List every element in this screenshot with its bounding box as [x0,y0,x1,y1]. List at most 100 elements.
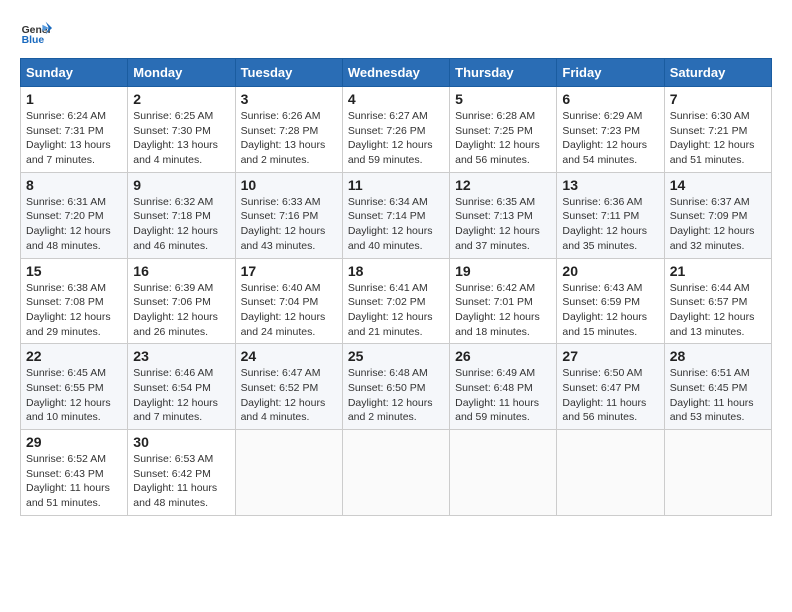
day-number: 21 [670,263,766,279]
day-number: 10 [241,177,337,193]
day-number: 12 [455,177,551,193]
day-info: Sunrise: 6:26 AMSunset: 7:28 PMDaylight:… [241,109,337,168]
day-number: 7 [670,91,766,107]
day-number: 2 [133,91,229,107]
day-cell [235,430,342,516]
day-info: Sunrise: 6:42 AMSunset: 7:01 PMDaylight:… [455,281,551,340]
day-cell: 15 Sunrise: 6:38 AMSunset: 7:08 PMDayligh… [21,258,128,344]
day-info: Sunrise: 6:41 AMSunset: 7:02 PMDaylight:… [348,281,444,340]
day-number: 16 [133,263,229,279]
day-info: Sunrise: 6:27 AMSunset: 7:26 PMDaylight:… [348,109,444,168]
day-cell: 12 Sunrise: 6:35 AMSunset: 7:13 PMDayligh… [450,172,557,258]
logo: General Blue [20,20,56,48]
day-info: Sunrise: 6:33 AMSunset: 7:16 PMDaylight:… [241,195,337,254]
day-number: 26 [455,348,551,364]
day-number: 29 [26,434,122,450]
day-info: Sunrise: 6:32 AMSunset: 7:18 PMDaylight:… [133,195,229,254]
day-cell: 18 Sunrise: 6:41 AMSunset: 7:02 PMDayligh… [342,258,449,344]
day-cell: 27 Sunrise: 6:50 AMSunset: 6:47 PMDayligh… [557,344,664,430]
day-cell: 11Sunrise: 6:34 AMSunset: 7:14 PMDayligh… [342,172,449,258]
day-cell: 19Sunrise: 6:42 AMSunset: 7:01 PMDayligh… [450,258,557,344]
day-cell: 4 Sunrise: 6:27 AMSunset: 7:26 PMDaylight… [342,87,449,173]
day-cell: 30 Sunrise: 6:53 AMSunset: 6:42 PMDayligh… [128,430,235,516]
day-info: Sunrise: 6:48 AMSunset: 6:50 PMDaylight:… [348,366,444,425]
logo-icon: General Blue [20,20,52,48]
day-number: 22 [26,348,122,364]
day-number: 5 [455,91,551,107]
calendar-table: SundayMondayTuesdayWednesdayThursdayFrid… [20,58,772,516]
day-cell [342,430,449,516]
day-info: Sunrise: 6:37 AMSunset: 7:09 PMDaylight:… [670,195,766,254]
day-cell: 22 Sunrise: 6:45 AMSunset: 6:55 PMDayligh… [21,344,128,430]
day-cell: 16 Sunrise: 6:39 AMSunset: 7:06 PMDayligh… [128,258,235,344]
day-info: Sunrise: 6:50 AMSunset: 6:47 PMDaylight:… [562,366,658,425]
day-number: 23 [133,348,229,364]
day-number: 30 [133,434,229,450]
day-info: Sunrise: 6:40 AMSunset: 7:04 PMDaylight:… [241,281,337,340]
col-header-saturday: Saturday [664,59,771,87]
day-cell: 3 Sunrise: 6:26 AMSunset: 7:28 PMDaylight… [235,87,342,173]
day-number: 24 [241,348,337,364]
page-header: General Blue [20,20,772,48]
svg-text:Blue: Blue [22,35,45,46]
day-info: Sunrise: 6:52 AMSunset: 6:43 PMDaylight:… [26,452,122,511]
day-number: 4 [348,91,444,107]
day-info: Sunrise: 6:31 AMSunset: 7:20 PMDaylight:… [26,195,122,254]
header-row: SundayMondayTuesdayWednesdayThursdayFrid… [21,59,772,87]
day-number: 6 [562,91,658,107]
day-info: Sunrise: 6:46 AMSunset: 6:54 PMDaylight:… [133,366,229,425]
day-info: Sunrise: 6:43 AMSunset: 6:59 PMDaylight:… [562,281,658,340]
day-cell: 9 Sunrise: 6:32 AMSunset: 7:18 PMDaylight… [128,172,235,258]
week-row-5: 29 Sunrise: 6:52 AMSunset: 6:43 PMDayligh… [21,430,772,516]
day-number: 25 [348,348,444,364]
col-header-tuesday: Tuesday [235,59,342,87]
day-number: 18 [348,263,444,279]
day-cell: 26Sunrise: 6:49 AMSunset: 6:48 PMDayligh… [450,344,557,430]
day-info: Sunrise: 6:53 AMSunset: 6:42 PMDaylight:… [133,452,229,511]
day-info: Sunrise: 6:36 AMSunset: 7:11 PMDaylight:… [562,195,658,254]
day-cell: 17 Sunrise: 6:40 AMSunset: 7:04 PMDayligh… [235,258,342,344]
day-number: 17 [241,263,337,279]
day-info: Sunrise: 6:28 AMSunset: 7:25 PMDaylight:… [455,109,551,168]
day-cell: 25 Sunrise: 6:48 AMSunset: 6:50 PMDayligh… [342,344,449,430]
day-cell [557,430,664,516]
day-info: Sunrise: 6:29 AMSunset: 7:23 PMDaylight:… [562,109,658,168]
day-cell: 7 Sunrise: 6:30 AMSunset: 7:21 PMDaylight… [664,87,771,173]
day-number: 28 [670,348,766,364]
day-cell: 23 Sunrise: 6:46 AMSunset: 6:54 PMDayligh… [128,344,235,430]
col-header-sunday: Sunday [21,59,128,87]
day-info: Sunrise: 6:45 AMSunset: 6:55 PMDaylight:… [26,366,122,425]
svg-text:General: General [22,25,52,36]
day-info: Sunrise: 6:39 AMSunset: 7:06 PMDaylight:… [133,281,229,340]
day-cell: 21 Sunrise: 6:44 AMSunset: 6:57 PMDayligh… [664,258,771,344]
day-cell: 13 Sunrise: 6:36 AMSunset: 7:11 PMDayligh… [557,172,664,258]
day-number: 14 [670,177,766,193]
day-cell [664,430,771,516]
day-number: 27 [562,348,658,364]
day-number: 20 [562,263,658,279]
day-number: 8 [26,177,122,193]
day-cell: 20 Sunrise: 6:43 AMSunset: 6:59 PMDayligh… [557,258,664,344]
day-info: Sunrise: 6:25 AMSunset: 7:30 PMDaylight:… [133,109,229,168]
day-number: 13 [562,177,658,193]
day-cell: 14 Sunrise: 6:37 AMSunset: 7:09 PMDayligh… [664,172,771,258]
day-info: Sunrise: 6:44 AMSunset: 6:57 PMDaylight:… [670,281,766,340]
day-info: Sunrise: 6:38 AMSunset: 7:08 PMDaylight:… [26,281,122,340]
day-number: 15 [26,263,122,279]
day-info: Sunrise: 6:51 AMSunset: 6:45 PMDaylight:… [670,366,766,425]
col-header-friday: Friday [557,59,664,87]
day-info: Sunrise: 6:30 AMSunset: 7:21 PMDaylight:… [670,109,766,168]
week-row-3: 15 Sunrise: 6:38 AMSunset: 7:08 PMDayligh… [21,258,772,344]
week-row-4: 22 Sunrise: 6:45 AMSunset: 6:55 PMDayligh… [21,344,772,430]
day-number: 11 [348,177,444,193]
day-number: 9 [133,177,229,193]
col-header-thursday: Thursday [450,59,557,87]
day-info: Sunrise: 6:35 AMSunset: 7:13 PMDaylight:… [455,195,551,254]
week-row-2: 8 Sunrise: 6:31 AMSunset: 7:20 PMDaylight… [21,172,772,258]
day-cell: 28 Sunrise: 6:51 AMSunset: 6:45 PMDayligh… [664,344,771,430]
day-cell [450,430,557,516]
day-cell: 29 Sunrise: 6:52 AMSunset: 6:43 PMDayligh… [21,430,128,516]
day-cell: 8 Sunrise: 6:31 AMSunset: 7:20 PMDaylight… [21,172,128,258]
day-number: 3 [241,91,337,107]
day-info: Sunrise: 6:47 AMSunset: 6:52 PMDaylight:… [241,366,337,425]
